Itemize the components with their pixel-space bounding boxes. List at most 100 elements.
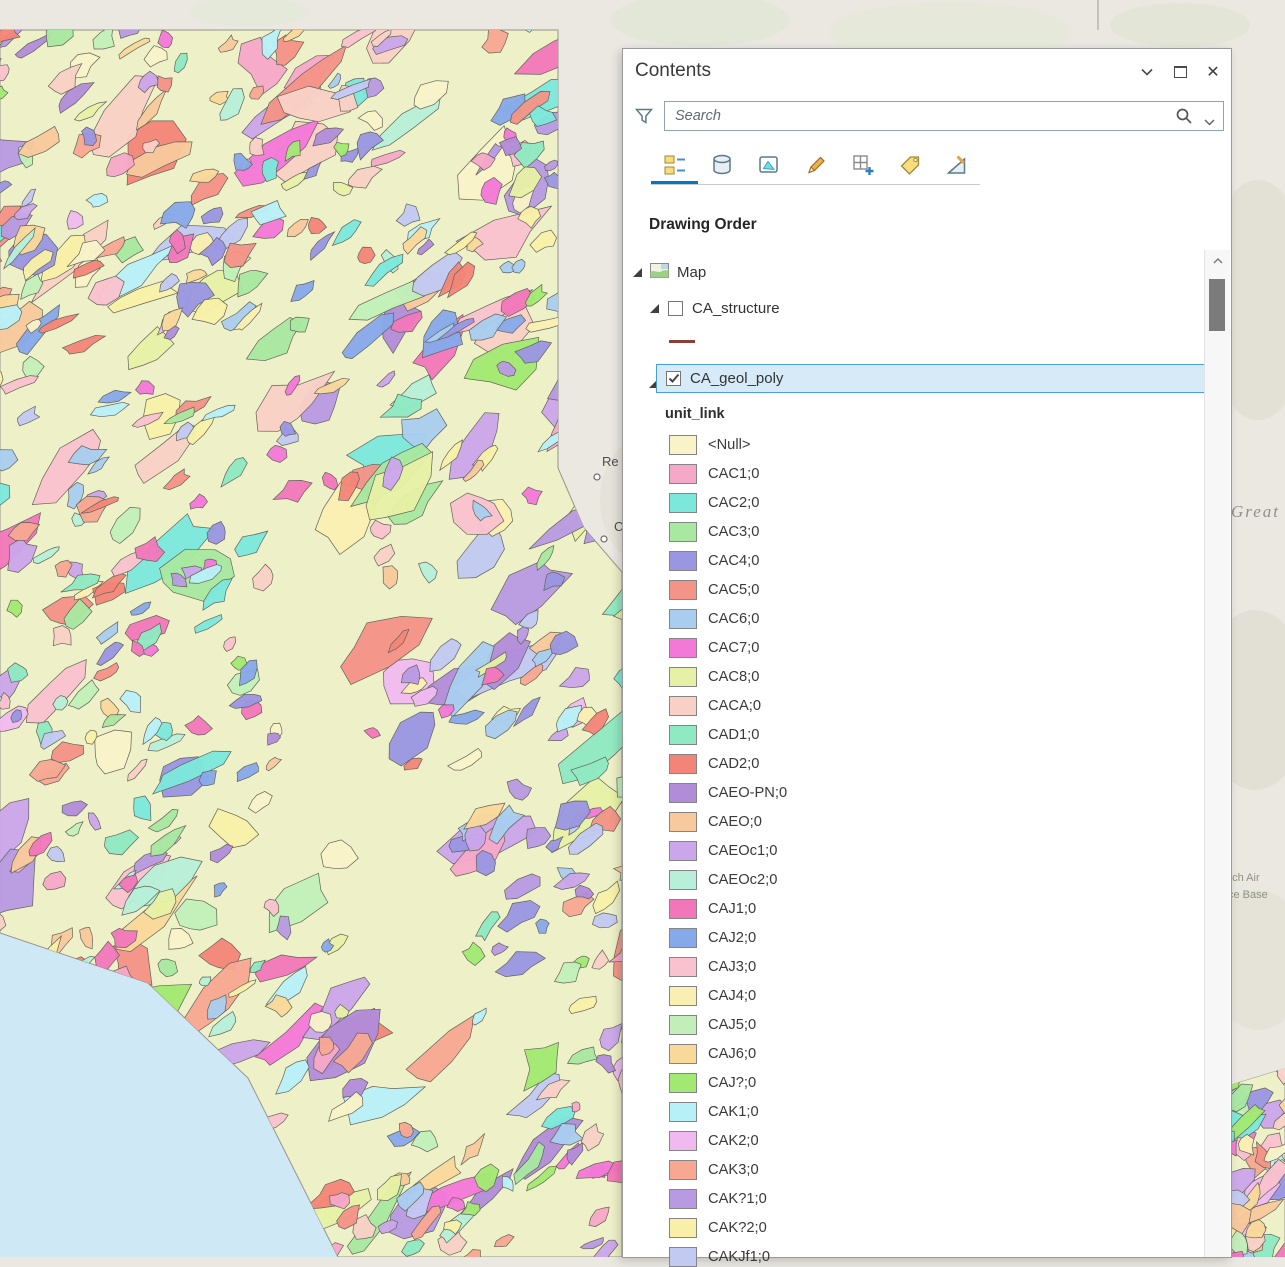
legend-item[interactable]: CAEOc2;0: [669, 870, 787, 890]
expander-icon[interactable]: [650, 300, 659, 317]
legend-swatch[interactable]: [669, 1073, 697, 1093]
legend-swatch[interactable]: [669, 783, 697, 803]
legend-item[interactable]: CAJ6;0: [669, 1044, 787, 1064]
legend-item[interactable]: CAC6;0: [669, 609, 787, 629]
map-label: Map: [677, 263, 707, 281]
legend-swatch[interactable]: [669, 1218, 697, 1238]
legend-item[interactable]: CAC1;0: [669, 464, 787, 484]
legend-swatch[interactable]: [669, 725, 697, 745]
legend-swatch[interactable]: [669, 899, 697, 919]
legend-label: CAEOc1;0: [708, 843, 778, 859]
tab-editing[interactable]: [792, 146, 839, 184]
legend-swatch[interactable]: [669, 667, 697, 687]
tab-perspective[interactable]: [933, 146, 980, 184]
legend-item[interactable]: CAC7;0: [669, 638, 787, 658]
scroll-up-icon[interactable]: [1205, 258, 1230, 264]
legend-label: CAJ?;0: [708, 1075, 757, 1091]
legend-swatch[interactable]: [669, 435, 697, 455]
legend-swatch[interactable]: [669, 1160, 697, 1180]
legend-label: CAK?1;0: [708, 1191, 767, 1207]
legend-item[interactable]: CAC3;0: [669, 522, 787, 542]
legend-item[interactable]: CAK?1;0: [669, 1189, 787, 1209]
legend-item[interactable]: CACA;0: [669, 696, 787, 716]
legend-item[interactable]: <Null>: [669, 435, 787, 455]
legend-swatch[interactable]: [669, 1015, 697, 1035]
legend-item[interactable]: CAKJf1;0: [669, 1247, 787, 1267]
legend-swatch[interactable]: [669, 609, 697, 629]
legend-item[interactable]: CAJ3;0: [669, 957, 787, 977]
legend-label: CACA;0: [708, 698, 762, 714]
legend-item[interactable]: CAJ5;0: [669, 1015, 787, 1035]
layer-visibility-checkbox-unchecked[interactable]: [668, 300, 683, 316]
legend-item[interactable]: CAC8;0: [669, 667, 787, 687]
map-place-label: Re: [602, 454, 619, 469]
legend-swatch[interactable]: [669, 493, 697, 513]
legend-label: CAJ3;0: [708, 959, 757, 975]
search-icon[interactable]: [1175, 107, 1193, 130]
legend-swatch[interactable]: [669, 812, 697, 832]
legend-item[interactable]: CAD1;0: [669, 725, 787, 745]
legend-item[interactable]: CAK2;0: [669, 1131, 787, 1151]
legend-item[interactable]: CAK3;0: [669, 1160, 787, 1180]
legend-swatch[interactable]: [669, 580, 697, 600]
layer-tree-map-row[interactable]: Map: [633, 259, 706, 285]
maximize-panel-icon[interactable]: [1170, 62, 1190, 82]
legend-swatch[interactable]: [669, 551, 697, 571]
tab-drawing-order[interactable]: [651, 146, 698, 184]
legend-item[interactable]: CAD2;0: [669, 754, 787, 774]
legend-item[interactable]: CAC2;0: [669, 493, 787, 513]
legend-swatch[interactable]: [669, 986, 697, 1006]
tab-data-source[interactable]: [698, 146, 745, 184]
legend-swatch[interactable]: [669, 870, 697, 890]
close-panel-icon[interactable]: ✕: [1203, 62, 1223, 82]
legend-swatch[interactable]: [669, 522, 697, 542]
legend-label: CAD2;0: [708, 756, 760, 772]
legend-swatch[interactable]: [669, 1102, 697, 1122]
panel-window-controls: ✕: [1137, 62, 1223, 82]
layer-row-ca-structure[interactable]: CA_structure: [650, 295, 780, 321]
legend-label: CAC5;0: [708, 582, 760, 598]
field-heading: unit_link: [665, 406, 725, 422]
scrollbar-thumb[interactable]: [1209, 279, 1225, 331]
filter-icon[interactable]: [633, 105, 655, 127]
legend-item[interactable]: CAEO;0: [669, 812, 787, 832]
panel-scrollbar[interactable]: [1204, 250, 1230, 1257]
legend-label: CAKJf1;0: [708, 1249, 771, 1265]
legend-item[interactable]: CAK1;0: [669, 1102, 787, 1122]
layer-visibility-checkbox-checked[interactable]: [666, 371, 681, 386]
legend-item[interactable]: CAEOc1;0: [669, 841, 787, 861]
legend-item[interactable]: CAK?2;0: [669, 1218, 787, 1238]
legend-swatch[interactable]: [669, 754, 697, 774]
legend-swatch[interactable]: [669, 1189, 697, 1209]
legend-item[interactable]: CAJ?;0: [669, 1073, 787, 1093]
tab-labeling[interactable]: [886, 146, 933, 184]
legend-label: CAC2;0: [708, 495, 760, 511]
line-symbol[interactable]: [669, 340, 695, 343]
legend-label: CAK3;0: [708, 1162, 759, 1178]
tab-snapping[interactable]: [839, 146, 886, 184]
legend-item[interactable]: CAC4;0: [669, 551, 787, 571]
legend-label: <Null>: [708, 437, 751, 453]
legend-swatch[interactable]: [669, 957, 697, 977]
contents-tabs: [651, 146, 980, 185]
legend-item[interactable]: CAEO-PN;0: [669, 783, 787, 803]
tab-selection[interactable]: [745, 146, 792, 184]
layer-row-ca-geol-poly[interactable]: CA_geol_poly: [656, 364, 1206, 393]
legend-swatch[interactable]: [669, 1131, 697, 1151]
legend-swatch[interactable]: [669, 841, 697, 861]
legend-item[interactable]: CAJ2;0: [669, 928, 787, 948]
search-options-chevron-icon[interactable]: [1204, 113, 1215, 131]
legend-label: CAK?2;0: [708, 1220, 767, 1236]
collapse-panel-icon[interactable]: [1137, 62, 1157, 82]
legend-swatch[interactable]: [669, 1044, 697, 1064]
search-input[interactable]: [665, 102, 1223, 130]
legend-swatch[interactable]: [669, 928, 697, 948]
legend-item[interactable]: CAJ4;0: [669, 986, 787, 1006]
legend-swatch[interactable]: [669, 696, 697, 716]
legend-item[interactable]: CAJ1;0: [669, 899, 787, 919]
legend-swatch[interactable]: [669, 464, 697, 484]
expander-icon[interactable]: [633, 264, 642, 281]
legend-swatch[interactable]: [669, 638, 697, 658]
legend-swatch[interactable]: [669, 1247, 697, 1267]
legend-item[interactable]: CAC5;0: [669, 580, 787, 600]
